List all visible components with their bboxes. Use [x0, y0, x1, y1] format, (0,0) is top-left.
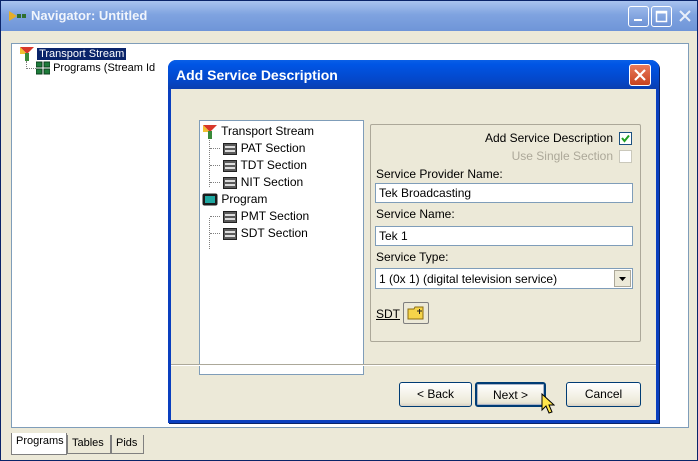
service-description-panel: Add Service Description Use Single Secti…: [370, 124, 641, 342]
programs-icon: [36, 61, 50, 75]
tab-programs[interactable]: Programs: [11, 433, 67, 455]
cancel-button[interactable]: Cancel: [566, 382, 641, 407]
tree-item-label: TDT Section: [240, 158, 307, 172]
back-button[interactable]: < Back: [399, 382, 472, 407]
tree-item-pmt-section[interactable]: PMT Section: [210, 209, 309, 223]
service-name-label: Service Name:: [376, 207, 455, 221]
dialog-structure-tree[interactable]: Transport Stream PAT Section TDT Section…: [199, 120, 364, 375]
add-service-description-checkbox[interactable]: [619, 132, 632, 145]
tree-item-pat-section[interactable]: PAT Section: [210, 141, 305, 155]
add-service-description-label: Add Service Description: [484, 131, 613, 145]
maximize-button[interactable]: [651, 6, 672, 27]
add-service-description-dialog: Add Service Description Transport Stream…: [168, 60, 659, 423]
dialog-close-button[interactable]: [629, 64, 651, 86]
service-name-input[interactable]: Tek 1: [375, 226, 633, 246]
tab-pids[interactable]: Pids: [111, 435, 144, 454]
tree-item-label: NIT Section: [240, 175, 304, 189]
dialog-titlebar[interactable]: Add Service Description: [168, 60, 659, 89]
dropdown-button[interactable]: [614, 270, 631, 287]
service-type-value: 1 (0x 1) (digital television service): [379, 272, 558, 286]
tree-item-label: PAT Section: [240, 141, 306, 155]
sdt-label: SDT: [376, 307, 400, 321]
tree-connector: [26, 68, 36, 69]
tree-item-programs[interactable]: Programs (Stream Id: [36, 61, 155, 75]
navigator-title: Navigator: Untitled: [31, 8, 148, 23]
tree-item-transport-stream[interactable]: Transport Stream: [202, 124, 315, 139]
transport-stream-icon: [20, 47, 34, 61]
section-icon: [223, 142, 238, 155]
sdt-browse-button[interactable]: [403, 302, 429, 324]
maximize-icon: [655, 10, 668, 23]
chevron-down-icon: [619, 277, 626, 281]
mouse-cursor-icon: [541, 393, 555, 414]
use-single-section-label: Use Single Section: [511, 149, 613, 163]
tab-tables[interactable]: Tables: [67, 435, 111, 454]
section-icon: [223, 227, 238, 240]
folder-icon: [407, 306, 424, 320]
tree-item-nit-section[interactable]: NIT Section: [210, 175, 303, 189]
navigator-titlebar[interactable]: Navigator: Untitled: [1, 1, 697, 31]
dialog-separator: [171, 364, 656, 366]
tree-item-label: PMT Section: [240, 209, 310, 223]
tree-item-transport-stream[interactable]: Transport Stream: [20, 47, 127, 61]
tree-item-label: Transport Stream: [37, 47, 127, 60]
minimize-button[interactable]: [628, 6, 649, 27]
service-provider-name-label: Service Provider Name:: [376, 167, 503, 181]
section-icon: [223, 159, 238, 172]
section-icon: [223, 210, 238, 223]
close-icon: [679, 10, 691, 22]
tree-item-label: Programs (Stream Id: [53, 61, 156, 74]
service-type-label: Service Type:: [376, 250, 449, 264]
program-icon: [202, 193, 218, 206]
tree-item-label: Program: [221, 192, 268, 206]
minimize-icon: [634, 19, 642, 21]
transport-stream-icon: [203, 124, 217, 139]
navigator-app-icon: [9, 11, 26, 21]
dialog-title: Add Service Description: [176, 67, 338, 83]
service-type-select[interactable]: 1 (0x 1) (digital television service): [375, 268, 633, 289]
close-icon: [634, 69, 646, 81]
tree-item-tdt-section[interactable]: TDT Section: [210, 158, 307, 172]
section-icon: [223, 176, 238, 189]
tree-item-label: SDT Section: [240, 226, 308, 240]
next-button[interactable]: Next >: [475, 382, 546, 407]
tree-item-label: Transport Stream: [221, 124, 315, 138]
tree-item-sdt-section[interactable]: SDT Section: [210, 226, 308, 240]
navigator-close-button[interactable]: [674, 6, 696, 27]
service-provider-name-input[interactable]: Tek Broadcasting: [375, 183, 633, 203]
use-single-section-checkbox[interactable]: [619, 150, 632, 163]
checkmark-icon: [621, 134, 630, 143]
tree-item-program[interactable]: Program: [202, 192, 267, 206]
